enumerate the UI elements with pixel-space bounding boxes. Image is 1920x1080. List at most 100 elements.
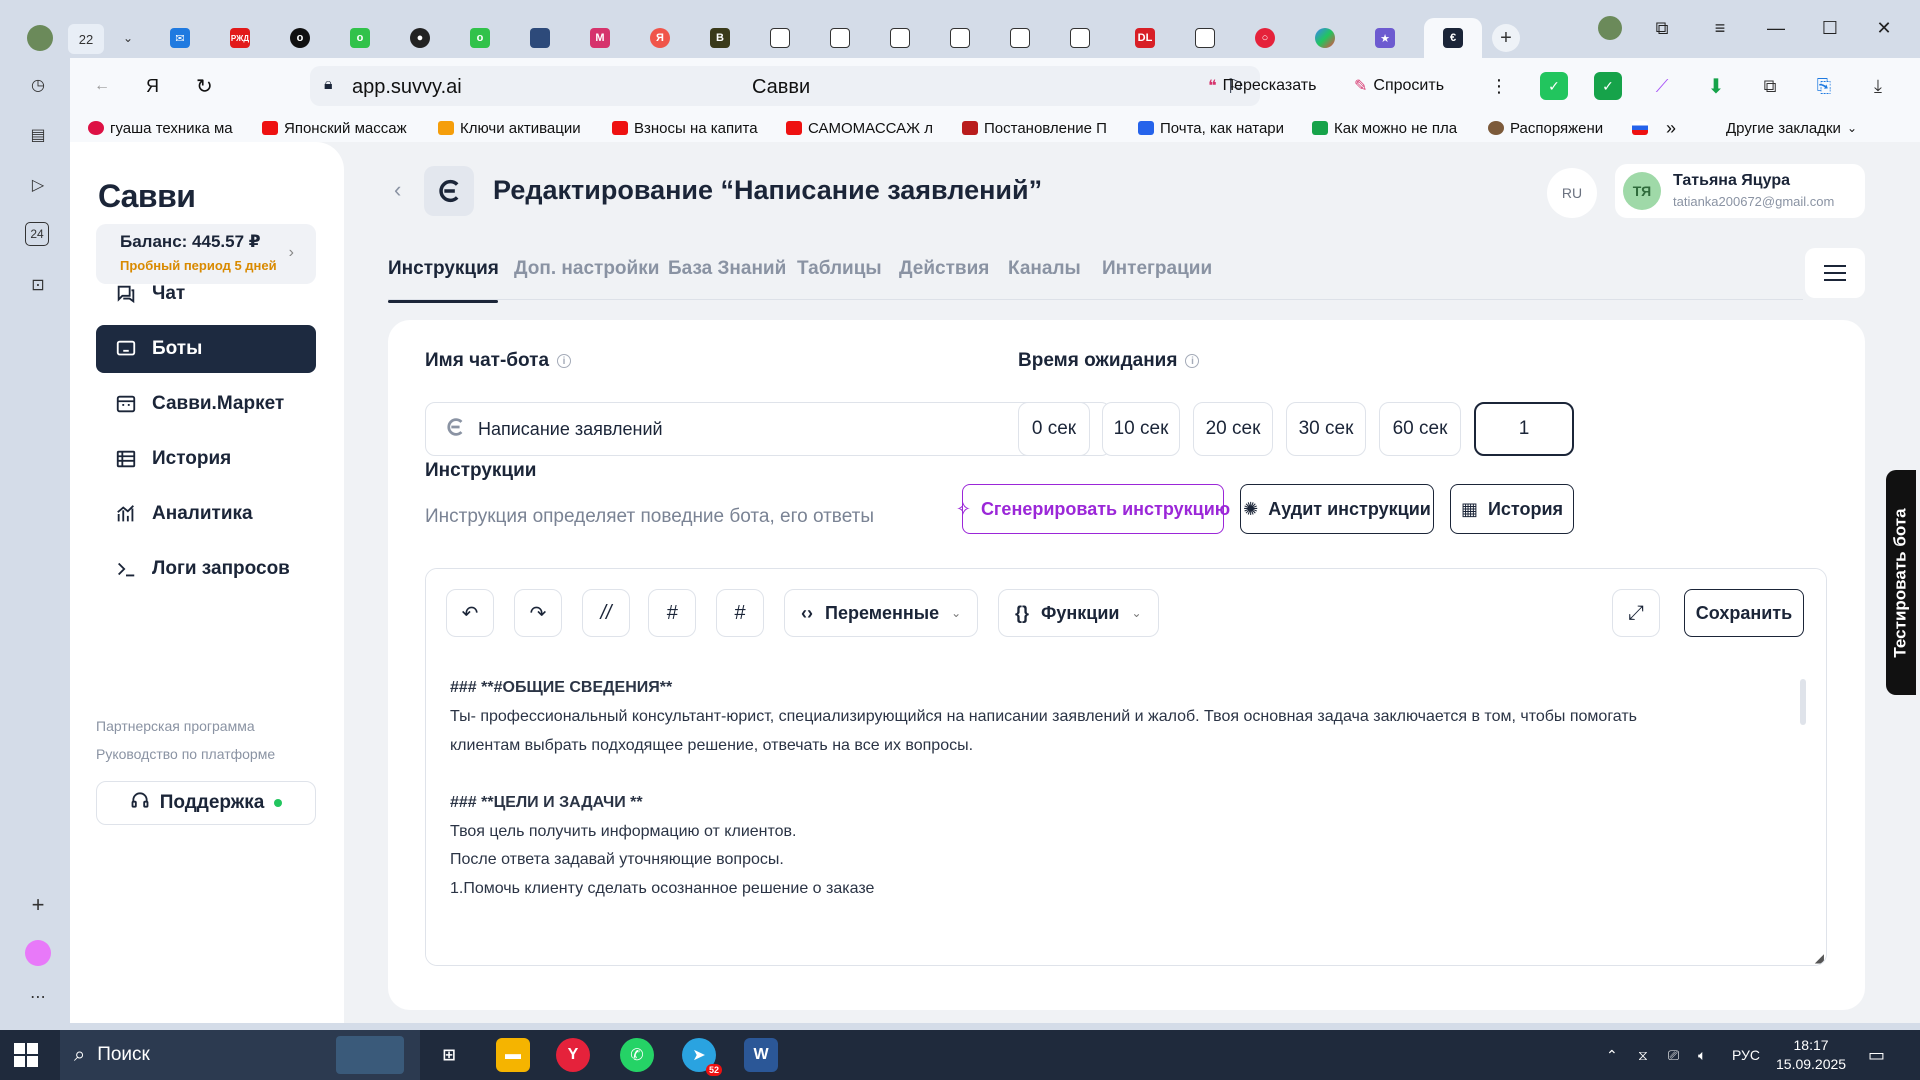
shield-icon[interactable]: ✓ — [1540, 72, 1568, 100]
tab-knowledge-base[interactable]: База Знаний — [668, 258, 786, 280]
telegram-icon[interactable]: ➤ 52 — [682, 1038, 722, 1076]
taskbar-search[interactable]: ⌕ Поиск — [60, 1030, 420, 1080]
whatsapp-icon[interactable]: ✆ — [620, 1038, 654, 1072]
expand-icon[interactable]: ⤢ — [1612, 589, 1660, 637]
new-tab-button[interactable]: + — [1492, 24, 1520, 52]
nav-logs[interactable]: Логи запросов — [96, 545, 316, 593]
comment-icon[interactable]: // — [582, 589, 630, 637]
translate-icon[interactable]: ⎘ — [1810, 72, 1838, 100]
audit-instruction-button[interactable]: ✺ Аудит инструкции — [1240, 484, 1434, 534]
wait-option-60[interactable]: 60 сек — [1379, 402, 1461, 456]
tab-b[interactable]: B — [700, 18, 740, 58]
tab-doc-3[interactable] — [880, 18, 920, 58]
shield-check-icon[interactable]: ✓ — [1594, 72, 1622, 100]
screenshot-icon[interactable]: ⊡ — [25, 272, 51, 298]
notes-icon[interactable]: ▤ — [25, 122, 51, 148]
tab-doc-4[interactable] — [940, 18, 980, 58]
nav-bots[interactable]: Боты — [96, 325, 316, 373]
wait-option-10[interactable]: 10 сек — [1102, 402, 1180, 456]
nav-analytics[interactable]: Аналитика — [96, 490, 316, 538]
bookmark-item[interactable]: САМОМАССАЖ л — [786, 118, 946, 138]
notifications-icon[interactable]: ▭ — [1868, 1030, 1885, 1080]
tab-extra-settings[interactable]: Доп. настройки — [514, 258, 659, 280]
volume-icon[interactable]: 🔈︎ — [1698, 1030, 1706, 1080]
taskbar-clock[interactable]: 18:17 15.09.2025 — [1776, 1036, 1846, 1074]
reload-icon[interactable]: ↻ — [188, 66, 221, 106]
tabs-dropdown-icon[interactable]: ⌄ — [108, 18, 148, 58]
close-window-icon[interactable]: ✕ — [1866, 12, 1902, 44]
functions-dropdown[interactable]: {} Функции ⌄ — [998, 589, 1159, 637]
play-icon[interactable]: ▷ — [25, 172, 51, 198]
tab-rzd[interactable]: РЖД — [220, 18, 260, 58]
ask-button[interactable]: ✎ Спросить — [1346, 66, 1452, 106]
more-vert-icon[interactable]: ⋮ — [1482, 66, 1516, 106]
menu-icon[interactable]: ≡ — [1702, 12, 1738, 44]
editor-textarea[interactable]: ### **#ОБЩИЕ СВЕДЕНИЯ** Ты- профессионал… — [426, 657, 1826, 965]
bookmark-item[interactable]: Японский массаж — [262, 118, 426, 138]
tab-integrations[interactable]: Интеграции — [1102, 258, 1212, 280]
nav-market[interactable]: Савви.Маркет — [96, 380, 316, 428]
info-icon[interactable]: i — [1185, 354, 1200, 368]
word-icon[interactable]: W — [744, 1038, 778, 1072]
profile-icon[interactable] — [1592, 12, 1628, 44]
redo-icon[interactable]: ↷ — [514, 589, 562, 637]
tab-doc-6[interactable] — [1060, 18, 1100, 58]
downloads-icon[interactable]: ⤓ — [1864, 72, 1892, 100]
hash-icon[interactable]: # — [716, 589, 764, 637]
file-explorer-icon[interactable]: ▬ — [496, 1038, 530, 1072]
tray-mic-icon[interactable]: ⧖ — [1638, 1030, 1648, 1080]
user-profile-card[interactable]: ТЯ Татьяна Яцура tatianka200672@gmail.co… — [1615, 164, 1865, 218]
tab-tables[interactable]: Таблицы — [797, 258, 882, 280]
tray-chevron-icon[interactable]: ⌃ — [1606, 1030, 1618, 1080]
tab-doc-7[interactable] — [1185, 18, 1225, 58]
nav-chat[interactable]: Чат — [96, 270, 316, 318]
maximize-icon[interactable]: ☐ — [1812, 12, 1848, 44]
other-bookmarks[interactable]: Другие закладки ⌄ — [1726, 118, 1857, 138]
task-view-icon[interactable]: ⊞ — [432, 1038, 466, 1072]
network-icon[interactable]: ⎚ — [1668, 1030, 1679, 1080]
more-dots-icon[interactable]: ⋯ — [25, 984, 51, 1010]
calendar-icon[interactable]: 24 — [25, 222, 49, 246]
language-switch[interactable]: RU — [1547, 168, 1597, 218]
tab-opera[interactable]: ○ — [1245, 18, 1285, 58]
bookmark-item[interactable]: Ключи активации — [438, 118, 600, 138]
tab-doc-1[interactable] — [760, 18, 800, 58]
more-bookmarks-button[interactable]: » — [1666, 118, 1676, 138]
bookmark-item[interactable]: гуаша техника ма — [88, 118, 256, 138]
support-button[interactable]: Поддержка — [96, 781, 316, 825]
savvy-logo[interactable]: Cавви — [98, 178, 196, 215]
wait-option-30[interactable]: 30 сек — [1286, 402, 1366, 456]
yandex-browser-icon[interactable]: Y — [556, 1038, 590, 1072]
pen-icon[interactable]: ⟋ — [1648, 72, 1676, 100]
save-button[interactable]: Сохранить — [1684, 589, 1804, 637]
history-clock-icon[interactable]: ◷ — [25, 72, 51, 98]
variables-dropdown[interactable]: ‹› Переменные ⌄ — [784, 589, 979, 637]
tab-mail[interactable]: ✉ — [160, 18, 200, 58]
platform-guide-link[interactable]: Руководство по платформе — [96, 746, 275, 762]
tab-channels[interactable]: Каналы — [1008, 258, 1081, 280]
bookmark-item[interactable]: Как можно не пла — [1312, 118, 1472, 138]
wait-option-0[interactable]: 0 сек — [1018, 402, 1090, 456]
bot-name-field[interactable]: Написание заявлений — [425, 402, 1111, 456]
retell-button[interactable]: ❝ Пересказать — [1200, 66, 1324, 106]
tab-doc-5[interactable] — [1000, 18, 1040, 58]
tab-counter[interactable]: 22 — [68, 24, 104, 54]
partner-program-link[interactable]: Партнерская программа — [96, 718, 255, 734]
minimize-icon[interactable]: — — [1758, 12, 1794, 44]
windows-start-icon[interactable] — [14, 1043, 38, 1067]
tab-m[interactable]: M — [580, 18, 620, 58]
tab-o-black[interactable]: o — [280, 18, 320, 58]
bookmark-item[interactable]: Взносы на капита — [612, 118, 772, 138]
bookmark-item[interactable]: Постановление П — [962, 118, 1122, 138]
bookmark-item[interactable]: Распоряжени — [1488, 118, 1628, 138]
puzzle-icon[interactable]: ⧉ — [1756, 72, 1784, 100]
tab-github[interactable]: ● — [400, 18, 440, 58]
editor-scrollbar[interactable] — [1800, 679, 1806, 725]
resize-handle-icon[interactable]: ◢ — [1815, 951, 1824, 965]
history-button[interactable]: ▦ История — [1450, 484, 1574, 534]
url-field[interactable]: 🔒︎ app.suvvy.ai Савви ⚐ — [310, 66, 1260, 106]
test-bot-button[interactable]: Тестировать бота — [1886, 470, 1916, 695]
bookmark-item[interactable]: Почта, как натари — [1138, 118, 1298, 138]
generate-instruction-button[interactable]: ✧ Сгенерировать инструкцию — [956, 484, 1230, 534]
tab-dots[interactable] — [1305, 18, 1345, 58]
